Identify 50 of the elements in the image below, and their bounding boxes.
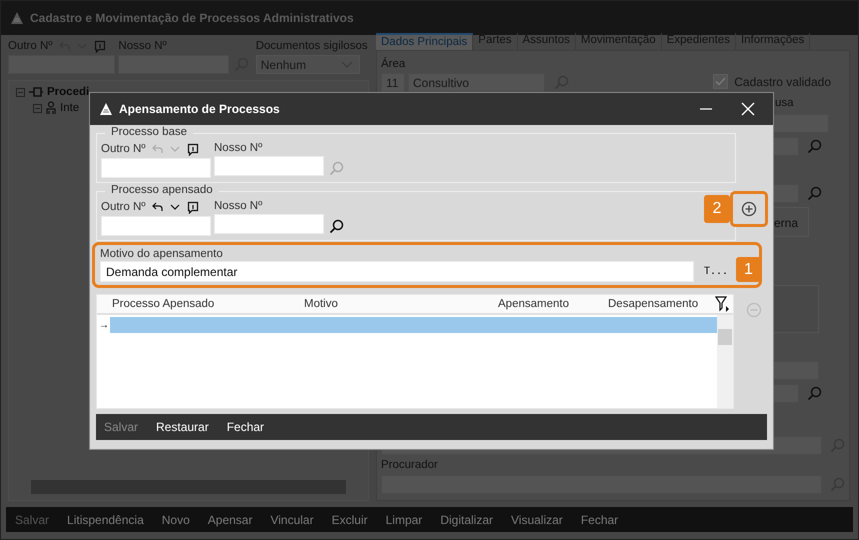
close-icon[interactable] — [741, 102, 755, 116]
toolbar-button[interactable]: Novo — [162, 512, 190, 526]
field-label: Nosso Nº — [214, 142, 264, 154]
dialog-button[interactable]: Restaurar — [156, 420, 209, 434]
toolbar-button[interactable]: Visualizar — [511, 512, 563, 526]
toolbar-button[interactable]: Apensar — [208, 512, 252, 526]
toolbar-button[interactable]: Digitalizar — [440, 512, 493, 526]
field-label: Motivo do apensamento — [100, 248, 224, 260]
text-field[interactable]: Demanda complementar — [100, 261, 694, 282]
text-field[interactable]: Consultivo — [408, 73, 545, 92]
column-header[interactable]: Processo Apensado — [97, 298, 304, 310]
text-button[interactable]: T... — [704, 266, 728, 277]
vertical-scrollbar[interactable] — [717, 315, 733, 408]
callout-badge: 1 — [736, 257, 761, 282]
column-header[interactable]: Desapensamento — [608, 298, 718, 310]
toolbar-button[interactable]: Litispendência — [67, 512, 144, 526]
group-title: Processo base — [105, 126, 194, 138]
column-header[interactable]: Motivo — [304, 298, 498, 310]
expander-icon[interactable] — [33, 104, 42, 112]
logo-icon — [99, 102, 113, 116]
group-title: Processo apensado — [105, 184, 219, 196]
filter-icon[interactable] — [715, 296, 731, 314]
connector-icon[interactable] — [28, 86, 44, 98]
field-label: Outro Nº — [101, 143, 146, 155]
plus-circle-icon[interactable] — [741, 201, 757, 217]
add-button[interactable] — [730, 191, 768, 227]
callout-badge: 2 — [704, 195, 730, 223]
text-field[interactable]: 11 — [381, 73, 405, 92]
window-title: Cadastro e Movimentação de Processos Administrativos — [30, 11, 354, 25]
column-header[interactable]: Apensamento — [498, 298, 608, 310]
dialog-button[interactable]: Fechar — [226, 420, 264, 434]
search-icon[interactable] — [329, 219, 344, 234]
info-note-icon[interactable] — [187, 200, 200, 214]
person-icon[interactable] — [45, 101, 57, 115]
field-label: Nosso Nº — [214, 200, 264, 212]
expander-icon[interactable] — [16, 88, 25, 96]
row-indicator: → — [98, 320, 110, 330]
undo-arrow-icon[interactable] — [151, 201, 164, 213]
field-label: Procurador — [381, 458, 439, 472]
toolbar-button[interactable]: Fechar — [580, 512, 618, 526]
toolbar-button[interactable]: Excluir — [332, 512, 368, 526]
field-label: Área — [381, 57, 406, 71]
field-label: Outro Nº — [101, 201, 146, 213]
info-note-icon[interactable] — [187, 142, 200, 156]
checkbox[interactable] — [713, 74, 728, 89]
dialog-title: Apensamento de Processos — [119, 102, 280, 116]
toolbar-button[interactable]: Vincular — [270, 512, 314, 526]
toolbar-button[interactable]: Limpar — [386, 512, 422, 526]
logo-icon — [10, 11, 24, 25]
field-label: usa — [774, 96, 795, 110]
